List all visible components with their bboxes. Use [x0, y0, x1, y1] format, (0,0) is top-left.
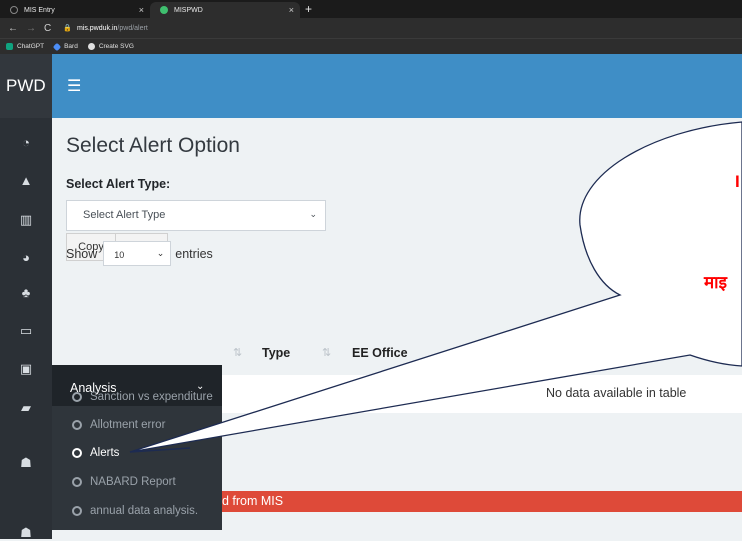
bookmark-label: ChatGPT [17, 43, 45, 50]
alert-banner-text: d from MIS [222, 494, 284, 508]
bookmark-bard[interactable]: Bard [52, 42, 78, 51]
circle-icon [72, 420, 82, 430]
tab-mispwd[interactable]: MISPWD × [150, 2, 300, 18]
select-placeholder: Select Alert Type [83, 209, 166, 221]
browser-tabstrip: MIS Entry × MISPWD × + [0, 0, 742, 18]
sort-icon[interactable]: ⇅ [233, 346, 242, 359]
circle-icon [72, 506, 82, 516]
map-icon[interactable]: ▥ [18, 212, 34, 228]
top-navbar [52, 54, 742, 118]
plus-icon[interactable]: + [305, 2, 312, 16]
chevron-down-icon: ⌄ [309, 209, 317, 219]
users-icon[interactable]: ☗ [18, 455, 34, 471]
menu-item-label: Alerts [90, 447, 120, 459]
menu-item-label: Allotment error [90, 419, 166, 431]
chatgpt-icon [6, 43, 13, 50]
circle-icon [72, 392, 82, 402]
hamburger-menu-icon[interactable]: ☰ [67, 76, 81, 96]
brand-logo[interactable]: PWD [0, 54, 52, 118]
bookmark-label: Bard [64, 43, 78, 50]
show-label: Show [66, 246, 98, 261]
back-icon[interactable]: ← [8, 23, 18, 34]
callout-text-top: I [735, 172, 740, 191]
tree-icon[interactable]: ♣ [18, 285, 34, 301]
url-path: /pwd/alert [117, 24, 148, 32]
bard-icon [52, 42, 62, 51]
bookmarks-bar: ChatGPT Bard Create SVG [0, 38, 742, 54]
menu-item-alerts[interactable]: Alerts [72, 447, 119, 459]
column-header-type[interactable]: Type [262, 346, 290, 360]
road-icon[interactable]: ▲ [18, 173, 34, 189]
menu-item-allotment-error[interactable]: Allotment error [72, 419, 165, 431]
tab-mis-entry[interactable]: MIS Entry × [0, 2, 150, 18]
sort-icon[interactable]: ⇅ [322, 346, 331, 359]
menu-item-label: NABARD Report [90, 476, 176, 488]
bookmark-label: Create SVG [98, 43, 134, 50]
forward-icon[interactable]: → [26, 23, 36, 34]
book-icon[interactable]: ▰ [18, 400, 34, 416]
column-header-days-left[interactable]: Days Left [613, 346, 669, 360]
menu-item-nabard-report[interactable]: NABARD Report [72, 476, 176, 488]
empty-table-message: No data available in table [546, 386, 687, 400]
show-entries: Show 10 ⌄ entries [66, 241, 213, 266]
close-icon[interactable]: × [289, 5, 294, 15]
entries-select[interactable]: 10 ⌄ [103, 241, 172, 266]
entries-label: entries [175, 246, 213, 261]
alert-type-select[interactable]: Select Alert Type ⌄ [66, 200, 326, 231]
reload-icon[interactable]: C [44, 23, 51, 34]
laptop-icon[interactable]: ▭ [18, 323, 34, 339]
dashboard-icon[interactable]: ◔ [18, 135, 34, 151]
circle-icon [72, 448, 82, 458]
callout-text-bottom: माइ [704, 273, 727, 292]
sort-icon[interactable]: ⇅ [583, 346, 592, 359]
circle-icon [72, 477, 82, 487]
bookmark-chatgpt[interactable]: ChatGPT [6, 43, 44, 50]
address-bar: ← → C 🔒 mis.pwduk.in /pwd/alert [0, 18, 742, 38]
svg-icon [87, 43, 95, 50]
lock-icon: 🔒 [63, 25, 72, 32]
close-icon[interactable]: × [139, 5, 144, 15]
menu-item-label: annual data analysis. [90, 505, 199, 517]
page-title: Select Alert Option [66, 134, 240, 157]
select-alert-type-label: Select Alert Type: [66, 177, 171, 191]
url-field[interactable]: 🔒 mis.pwduk.in /pwd/alert [63, 24, 148, 33]
site-favicon-icon [160, 6, 168, 14]
pie-chart-icon[interactable]: ◕ [18, 250, 34, 266]
chevron-down-icon: ⌄ [156, 248, 165, 258]
column-header-ee-office[interactable]: EE Office [352, 346, 408, 360]
tab-title: MIS Entry [24, 6, 55, 14]
menu-item-annual-data-analysis[interactable]: annual data analysis. [72, 505, 198, 517]
entries-value: 10 [114, 250, 125, 260]
menu-item-sanction-vs-expenditure[interactable]: Sanction vs expenditure [72, 391, 213, 403]
url-host: mis.pwduk.in [76, 24, 118, 32]
globe-icon [10, 6, 18, 14]
tab-title: MISPWD [174, 6, 203, 14]
sort-icon[interactable]: ⇅ [712, 346, 721, 359]
menu-item-label: Sanction vs expenditure [90, 391, 213, 403]
bookmark-create-svg[interactable]: Create SVG [87, 43, 134, 50]
card-icon[interactable]: ▣ [18, 361, 34, 377]
